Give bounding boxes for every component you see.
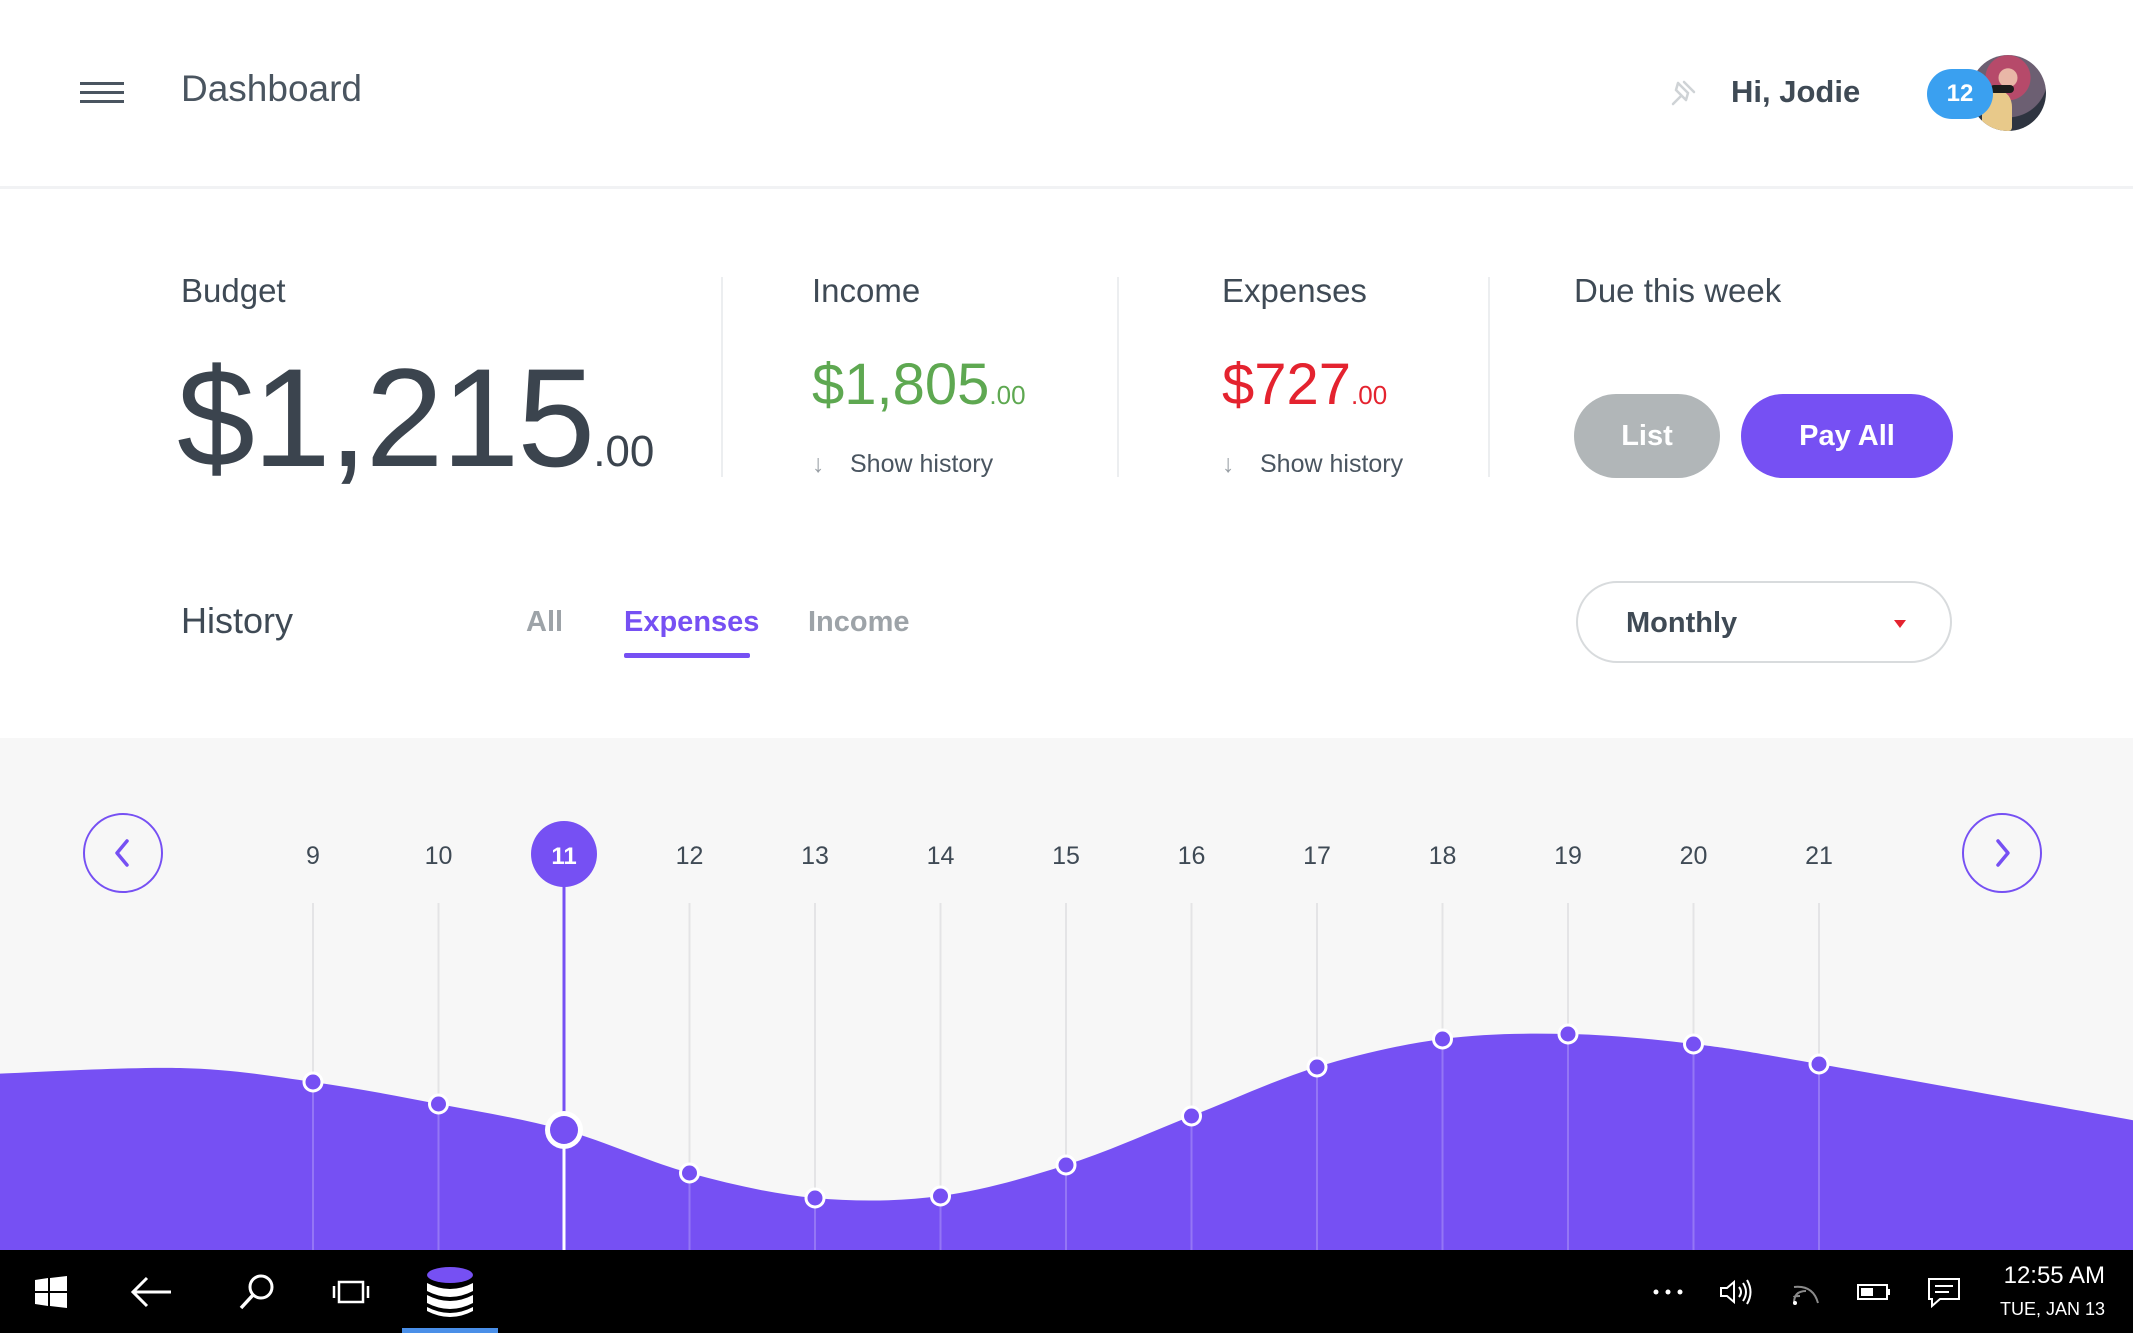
user-greeting: Hi, Jodie [1731,74,1861,109]
income-show-history-label: Show history [850,450,994,478]
top-bar: Dashboard Hi, Jodie 12 [0,0,2133,189]
income-show-history-link[interactable]: ↓ Show history [812,450,993,479]
arrow-down-icon: ↓ [1222,450,1235,478]
active-tab-indicator [624,653,750,658]
expenses-amount-cents: .00 [1351,380,1388,410]
arrow-down-icon: ↓ [812,450,825,478]
search-icon[interactable] [230,1250,284,1333]
expenses-show-history-link[interactable]: ↓ Show history [1222,450,1403,479]
income-label: Income [812,272,921,309]
data-point [1808,1053,1830,1075]
chart-next-button[interactable] [1962,813,2042,893]
caret-down-icon [1894,620,1906,628]
data-point [1557,1023,1579,1045]
expenses-amount-whole: $727 [1222,352,1352,417]
x-tick-label: 16 [1178,842,1206,870]
notification-badge[interactable]: 12 [1927,69,1993,119]
database-app-icon[interactable] [402,1250,498,1333]
x-tick-label: 12 [676,842,704,870]
period-select[interactable]: Monthly [1576,581,1952,663]
battery-icon[interactable] [1852,1250,1896,1333]
data-point [1432,1028,1453,1050]
x-tick-label: 21 [1805,842,1833,870]
data-point [1683,1033,1704,1055]
more-icon[interactable] [1648,1250,1688,1333]
pay-all-button[interactable]: Pay All [1741,394,1953,478]
task-view-icon[interactable] [324,1250,378,1333]
x-tick-label: 14 [927,842,955,870]
x-tick-label: 15 [1052,842,1080,870]
chart-prev-button[interactable] [83,813,163,893]
divider [1488,277,1490,477]
data-point [428,1093,449,1115]
budget-amount: $1,215.00 [177,348,654,488]
x-tick-label: 19 [1554,842,1582,870]
data-point [804,1187,826,1209]
tab-expenses[interactable]: Expenses [624,606,759,639]
chevron-left-icon [115,839,129,867]
selected-point [550,1116,578,1144]
data-point [930,1185,951,1207]
clock-time[interactable]: 12:55 AM [2004,1262,2105,1290]
data-point [1181,1105,1202,1127]
volume-icon[interactable] [1716,1250,1756,1333]
pin-icon[interactable] [1668,78,1698,108]
history-label: History [181,600,294,641]
avatar-glasses [1990,85,2014,93]
chevron-right-icon [1996,839,2010,867]
income-amount-whole: $1,805 [812,352,990,417]
x-tick-label: 9 [306,842,320,870]
windows-start-icon[interactable] [24,1250,78,1333]
income-amount: $1,805.00 [812,356,1026,414]
x-tick-label: 20 [1680,842,1708,870]
x-tick-label: 18 [1429,842,1457,870]
page-title: Dashboard [181,68,363,109]
history-chart: 9 10 11 12 13 14 15 16 17 18 19 20 21 [0,738,2133,1250]
taskbar [0,1250,2133,1333]
budget-amount-cents: .00 [593,427,655,476]
list-button[interactable]: List [1574,394,1720,478]
expenses-show-history-label: Show history [1260,450,1404,478]
tab-income[interactable]: Income [808,606,910,639]
taskbar-active-indicator [402,1328,498,1333]
income-amount-cents: .00 [989,380,1026,410]
x-tick-label: 10 [425,842,453,870]
history-chart-svg: 9 10 11 12 13 14 15 16 17 18 19 20 21 [0,821,2133,1250]
x-tick-label: 17 [1303,842,1331,870]
data-point [302,1071,324,1093]
tab-all[interactable]: All [526,606,563,639]
data-point [1055,1154,1077,1176]
data-point [679,1162,700,1184]
back-arrow-icon[interactable] [124,1250,178,1333]
data-point [1306,1056,1328,1078]
wifi-icon[interactable] [1786,1250,1826,1333]
expenses-amount: $727.00 [1222,356,1387,414]
action-center-icon[interactable] [1922,1250,1966,1333]
divider [1117,277,1119,477]
hamburger-menu-icon[interactable] [80,80,124,104]
x-tick-label: 13 [801,842,829,870]
budget-amount-whole: $1,215 [177,339,595,496]
budget-label: Budget [181,272,286,309]
x-tick-label: 11 [551,843,576,870]
due-this-week-label: Due this week [1574,272,1782,309]
clock-date[interactable]: TUE, JAN 13 [2000,1299,2105,1320]
period-select-value: Monthly [1626,607,1738,639]
divider [721,277,723,477]
expenses-label: Expenses [1222,272,1367,309]
